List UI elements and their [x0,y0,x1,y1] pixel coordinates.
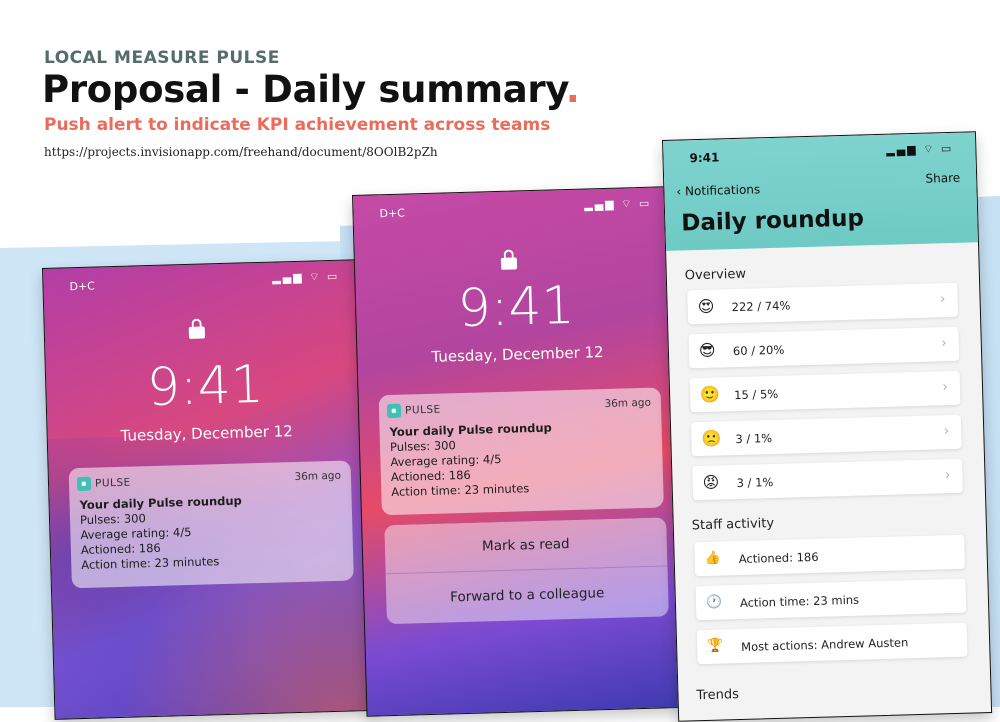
app-name: PULSE [94,476,131,490]
clock-icon: 🕐 [705,594,723,610]
pulse-app-icon: ▪ [386,403,402,419]
notification-card[interactable]: ▪ PULSE 36m ago Your daily Pulse roundup … [68,460,354,589]
phone-lockscreen-2: D+C ▂▄▆ ⌔ ▭ 9:41 Tuesday, December 12 ▪ P… [352,186,689,717]
status-clock: 9:41 [689,150,720,166]
carrier-label: D+C [379,206,406,221]
notification-app: ▪ PULSE [76,476,131,492]
staff-row[interactable]: 👍 Actioned: 186 [694,534,966,577]
status-icons: ▂▄▆ ⌔ ▭ [272,269,340,285]
status-bar: D+C ▂▄▆ ⌔ ▭ [353,187,674,222]
notification-body: Your daily Pulse roundup Pulses: 300 Ave… [79,494,243,574]
trends-label: Trends [696,687,740,704]
overview-value: 3 / 1% [736,475,774,491]
heart-eyes-icon: 😍 [697,296,715,317]
staff-value: Action time: 23 mins [739,592,860,611]
chevron-right-icon: › [944,467,951,484]
smile-icon: 🙂 [699,384,721,405]
lockscreen-date: Tuesday, December 12 [431,343,604,366]
carrier-label: D+C [69,279,96,294]
phone-daily-roundup: 9:41 ▂▄▆ ⌔ ▭ ‹ Notifications Share Daily… [662,131,993,722]
overview-value: 222 / 74% [731,298,791,315]
angry-icon: 😡 [702,472,720,492]
staff-row[interactable]: 🏆 Most actions: Andrew Austen [696,622,968,665]
title-text: Proposal - Daily summary [42,68,566,111]
status-icons: ▂▄▆ ⌔ ▭ [886,141,954,157]
back-button[interactable]: ‹ Notifications [676,182,760,198]
back-label: Notifications [684,182,761,199]
overview-value: 60 / 20% [732,342,785,359]
notification-line: Action time: 23 minutes [81,554,220,573]
lockscreen-time: 9:41 [456,275,576,340]
chevron-right-icon: › [942,379,949,396]
overview-row[interactable]: 🙁 3 / 1% › [690,414,962,457]
overview-row[interactable]: 🙂 15 / 5% › [689,370,961,413]
notification-card[interactable]: ▪ PULSE 36m ago Your daily Pulse roundup … [378,387,664,516]
document-link[interactable]: https://projects.invisionapp.com/freehan… [44,145,438,159]
lock-icon [500,257,518,270]
chevron-right-icon: › [939,291,946,308]
overview-row[interactable]: 😎 60 / 20% › [688,326,960,369]
thumbs-up-icon: 👍 [704,550,722,566]
overview-label: Overview [684,266,747,284]
staff-value: Actioned: 186 [738,549,819,567]
staff-row[interactable]: 🕐 Action time: 23 mins [695,578,967,621]
title-dot: . [565,68,580,111]
lock-icon [188,326,206,339]
pulse-app-icon: ▪ [76,476,92,492]
phone-lockscreen-1: D+C ▂▄▆ ⌔ ▭ 9:41 Tuesday, December 12 ▪ P… [42,259,375,720]
page-subtitle: Push alert to indicate KPI achievement a… [44,115,551,135]
share-button[interactable]: Share [925,171,960,186]
staff-activity-label: Staff activity [691,516,775,534]
app-name: PULSE [404,403,441,417]
notification-line: Action time: 23 minutes [391,481,530,500]
notification-app: ▪ PULSE [386,403,441,419]
sunglasses-icon: 😎 [698,340,716,361]
trophy-icon: 🏆 [706,638,724,654]
overview-value: 3 / 1% [735,431,773,447]
notification-body: Your daily Pulse roundup Pulses: 300 Ave… [389,421,553,501]
overview-row[interactable]: 😍 222 / 74% › [687,282,959,325]
notification-time: 36m ago [604,396,652,411]
forward-to-colleague-button[interactable]: Forward to a colleague [385,566,669,625]
chevron-right-icon: › [943,423,950,440]
chevron-left-icon: ‹ [676,184,686,199]
lockscreen-time: 9:41 [146,354,265,419]
status-bar: 9:41 ▂▄▆ ⌔ ▭ [663,132,976,167]
roundup-header: 9:41 ▂▄▆ ⌔ ▭ ‹ Notifications Share Daily… [663,132,978,251]
mark-as-read-button[interactable]: Mark as read [384,517,668,575]
staff-value: Most actions: Andrew Austen [740,635,909,654]
frown-icon: 🙁 [701,428,722,449]
chevron-right-icon: › [940,335,948,352]
eyebrow: LOCAL MEASURE PULSE [44,48,280,68]
notification-time: 36m ago [294,469,342,484]
overview-value: 15 / 5% [733,386,779,403]
overview-row[interactable]: 😡 3 / 1% › [692,458,963,501]
roundup-title: Daily roundup [680,205,865,237]
status-icons: ▂▄▆ ⌔ ▭ [584,196,652,212]
page-title: Proposal - Daily summary. [42,68,580,111]
